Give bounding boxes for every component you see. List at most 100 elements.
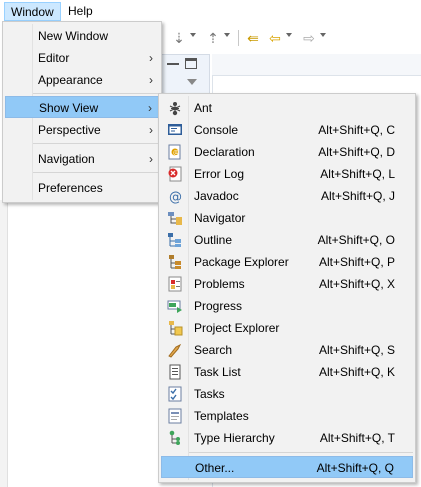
- show-view-item-ant[interactable]: Ant: [161, 97, 413, 119]
- menu-item-perspective[interactable]: Perspective ›: [5, 119, 159, 141]
- menu-item-label: Editor: [38, 51, 70, 65]
- navigator-icon: [168, 212, 182, 225]
- show-view-item-outline[interactable]: Outline Alt+Shift+Q, O: [161, 229, 413, 251]
- menu-item-preferences[interactable]: Preferences: [5, 177, 159, 199]
- menu-separator: [33, 172, 159, 173]
- menu-bar: Window Help: [0, 0, 421, 22]
- show-view-item-javadoc[interactable]: @ Javadoc Alt+Shift+Q, J: [161, 185, 413, 207]
- menu-item-navigation[interactable]: Navigation ›: [5, 148, 159, 170]
- tasks-icon: [168, 386, 182, 402]
- shortcut-label: Alt+Shift+Q, O: [317, 233, 395, 247]
- show-view-item-navigator[interactable]: Navigator: [161, 207, 413, 229]
- submenu-arrow-icon: ›: [148, 101, 152, 115]
- show-view-item-problems[interactable]: Problems Alt+Shift+Q, X: [161, 273, 413, 295]
- show-view-item-console[interactable]: Console Alt+Shift+Q, C: [161, 119, 413, 141]
- shortcut-label: Alt+Shift+Q, T: [319, 431, 395, 445]
- shortcut-label: Alt+Shift+Q, K: [318, 365, 395, 379]
- menu-item-label: Project Explorer: [194, 321, 280, 335]
- menu-item-label: Other...: [195, 461, 235, 475]
- show-view-item-tasks[interactable]: Tasks: [161, 383, 413, 405]
- view-menu-icon[interactable]: [187, 79, 197, 85]
- show-view-item-declaration[interactable]: @ Declaration Alt+Shift+Q, D: [161, 141, 413, 163]
- menu-item-label: Preferences: [38, 181, 103, 195]
- chevron-down-icon[interactable]: [286, 33, 292, 37]
- previous-annotation-icon[interactable]: ⇡: [204, 29, 222, 47]
- task-list-icon: [169, 364, 181, 380]
- show-view-item-project-explorer[interactable]: Project Explorer: [161, 317, 413, 339]
- next-annotation-icon[interactable]: ⇣: [170, 29, 188, 47]
- svg-text:@: @: [169, 190, 182, 204]
- submenu-arrow-icon: ›: [149, 152, 153, 166]
- menu-item-show-view[interactable]: Show View ›: [5, 96, 159, 118]
- menu-item-appearance[interactable]: Appearance ›: [5, 69, 159, 91]
- menu-item-label: Tasks: [194, 387, 225, 401]
- error-log-icon: [168, 166, 182, 182]
- type-hierarchy-icon: [169, 430, 180, 445]
- view-header: [160, 54, 210, 94]
- menu-item-label: New Window: [38, 29, 109, 43]
- window-menu: New Window Editor › Appearance › Show Vi…: [2, 21, 162, 203]
- outline-icon: [168, 233, 181, 247]
- menu-item-label: Progress: [194, 299, 243, 313]
- menu-item-label: Type Hierarchy: [194, 431, 275, 445]
- shortcut-label: Alt+Shift+Q, S: [318, 343, 395, 357]
- menu-window[interactable]: Window: [4, 2, 61, 21]
- show-view-item-templates[interactable]: Templates: [161, 405, 413, 427]
- menu-item-label: Package Explorer: [194, 255, 289, 269]
- chevron-down-icon[interactable]: [224, 33, 230, 37]
- left-trim: [0, 200, 8, 487]
- back-arrow-icon[interactable]: ⇦: [266, 29, 284, 47]
- svg-text:@: @: [173, 150, 179, 157]
- menu-item-label: Javadoc: [194, 189, 239, 203]
- shortcut-label: Alt+Shift+Q, Q: [316, 461, 394, 475]
- minimize-icon[interactable]: [167, 63, 179, 65]
- menu-item-label: Appearance: [38, 73, 103, 87]
- show-view-item-search[interactable]: Search Alt+Shift+Q, S: [161, 339, 413, 361]
- chevron-down-icon[interactable]: [320, 33, 326, 37]
- show-view-item-error-log[interactable]: Error Log Alt+Shift+Q, L: [161, 163, 413, 185]
- shortcut-label: Alt+Shift+Q, P: [318, 255, 395, 269]
- console-icon: [168, 124, 182, 135]
- menu-separator: [33, 143, 159, 144]
- ant-icon: [169, 102, 181, 116]
- menu-item-label: Error Log: [194, 167, 245, 181]
- shortcut-label: Alt+Shift+Q, J: [320, 189, 395, 203]
- editor-tab-bar: [212, 54, 421, 76]
- chevron-down-icon[interactable]: [190, 33, 196, 37]
- last-edit-location-icon[interactable]: ⇚: [244, 29, 262, 47]
- menu-item-label: Show View: [39, 101, 99, 115]
- show-view-menu: Ant Console Alt+Shift+Q, C @ Declaration…: [158, 93, 416, 483]
- menu-item-label: Perspective: [38, 123, 101, 137]
- maximize-icon[interactable]: [185, 58, 197, 69]
- show-view-item-progress[interactable]: Progress: [161, 295, 413, 317]
- menu-help[interactable]: Help: [62, 2, 99, 21]
- toolbar-separator: [238, 30, 239, 46]
- forward-arrow-icon[interactable]: ⇨: [300, 29, 318, 47]
- menu-item-label: Problems: [194, 277, 245, 291]
- show-view-item-other[interactable]: Other... Alt+Shift+Q, Q: [161, 456, 413, 478]
- problems-icon: [168, 276, 182, 292]
- toolbar: ⇣ ⇡ ⇚ ⇦ ⇨: [160, 22, 421, 54]
- show-view-item-package-explorer[interactable]: Package Explorer Alt+Shift+Q, P: [161, 251, 413, 273]
- menu-item-label: Navigation: [38, 152, 95, 166]
- shortcut-label: Alt+Shift+Q, D: [318, 145, 395, 159]
- submenu-arrow-icon: ›: [149, 123, 153, 137]
- shortcut-label: Alt+Shift+Q, C: [318, 123, 395, 137]
- submenu-arrow-icon: ›: [149, 51, 153, 65]
- show-view-item-task-list[interactable]: Task List Alt+Shift+Q, K: [161, 361, 413, 383]
- menu-item-label: Ant: [194, 101, 213, 115]
- menu-item-label: Declaration: [194, 145, 255, 159]
- progress-icon: [167, 300, 182, 313]
- javadoc-icon: @: [169, 190, 182, 204]
- templates-icon: [168, 408, 182, 424]
- menu-separator: [189, 452, 413, 453]
- show-view-item-type-hierarchy[interactable]: Type Hierarchy Alt+Shift+Q, T: [161, 427, 413, 449]
- package-explorer-icon: [169, 255, 181, 269]
- menu-item-editor[interactable]: Editor ›: [5, 47, 159, 69]
- declaration-icon: @: [168, 144, 181, 160]
- project-explorer-icon: [169, 321, 183, 336]
- menu-item-label: Navigator: [194, 211, 246, 225]
- menu-item-label: Outline: [194, 233, 233, 247]
- menu-item-new-window[interactable]: New Window: [5, 25, 159, 47]
- menu-item-label: Search: [194, 343, 233, 357]
